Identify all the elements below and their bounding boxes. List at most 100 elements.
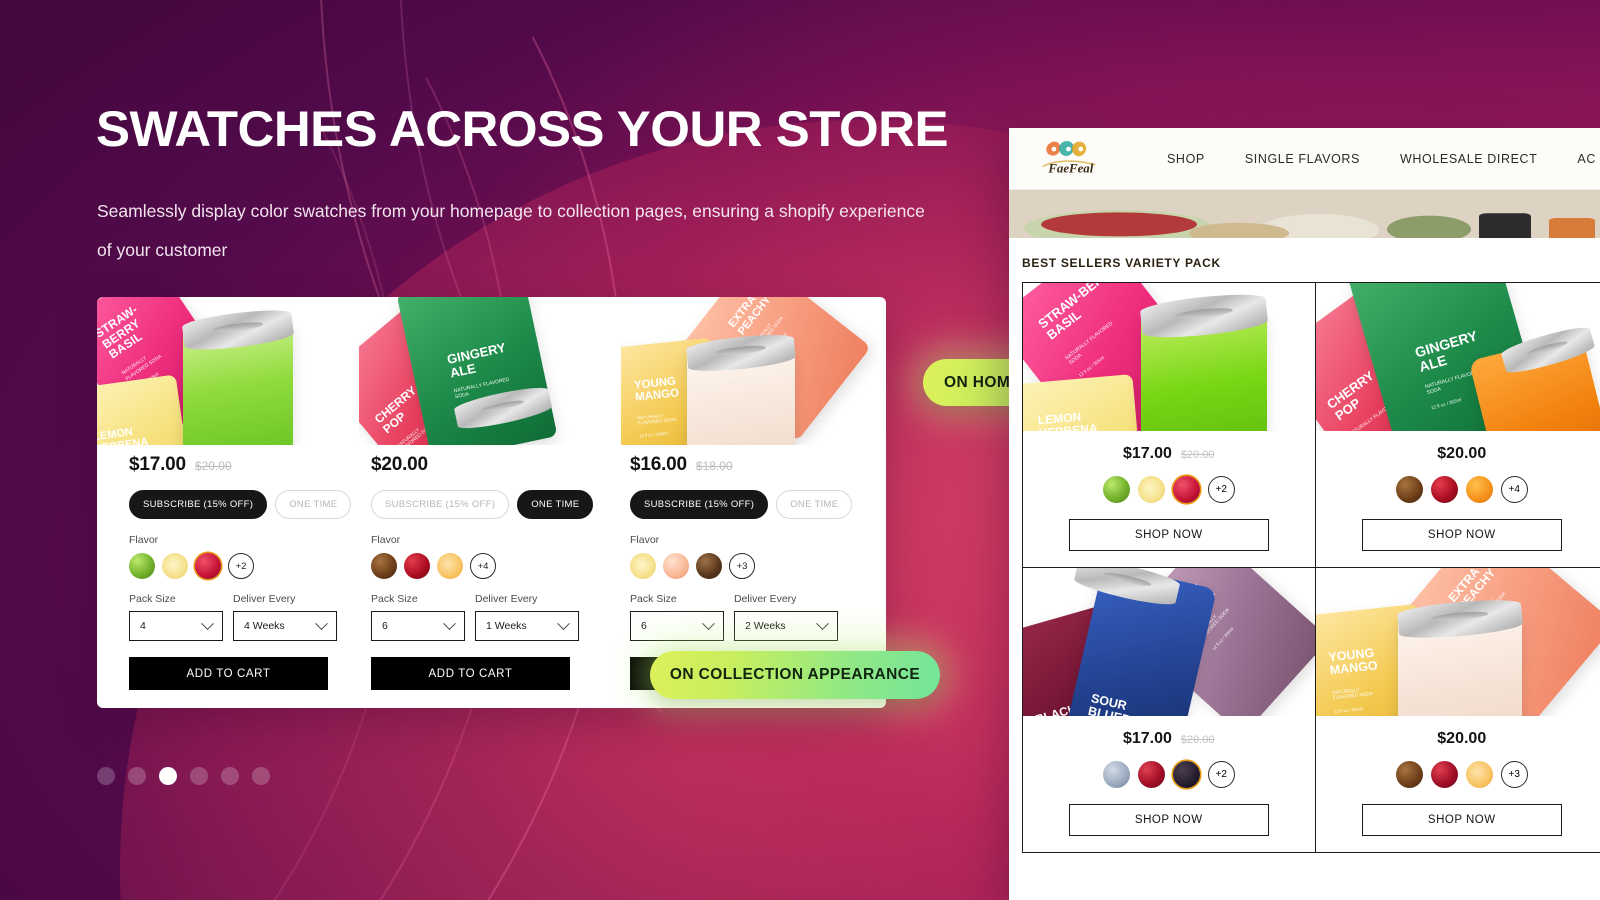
flavor-swatch-raspberry[interactable]	[195, 553, 221, 579]
pack-size-select[interactable]: 6	[630, 611, 724, 641]
product-price: $20.00	[371, 454, 428, 475]
flavor-swatch-spice-star-anise[interactable]	[1395, 761, 1423, 788]
subscribe-option-button[interactable]: SUBSCRIBE (15% OFF)	[129, 490, 268, 519]
flavor-swatch-cherry[interactable]	[1430, 476, 1458, 503]
product-card: EXTRA PEACHYNATURALLY FLAVORED SODA12 fl…	[621, 297, 883, 708]
deliver-every-select-group: Deliver Every 4 Weeks	[233, 593, 337, 641]
shop-now-button[interactable]: SHOP NOW	[1068, 519, 1269, 551]
deliver-every-select[interactable]: 1 Weeks	[475, 611, 579, 641]
shop-now-button[interactable]: SHOP NOW	[1068, 804, 1269, 836]
flavor-swatch-green-apple[interactable]	[129, 553, 155, 579]
homepage-product-panel: STRAW-BERRY BASIL NATURALLY FLAVORED SODA…	[97, 297, 886, 708]
flavor-swatch-blackberry[interactable]	[1172, 761, 1200, 788]
carousel-dot[interactable]	[252, 767, 270, 785]
flavor-swatch-cranberry[interactable]	[1430, 761, 1458, 788]
deliver-every-select-value: 2 Weeks	[745, 620, 786, 632]
flavor-swatch-spice-star-anise[interactable]	[1395, 476, 1423, 503]
chevron-down-icon	[816, 616, 829, 630]
chevron-down-icon	[702, 616, 715, 630]
collection-product-grid: STRAW-BERRY BASIL NATURALLY FLAVORED SODA…	[1022, 282, 1600, 853]
deliver-every-select-value: 1 Weeks	[486, 620, 527, 632]
one-time-option-button[interactable]: ONE TIME	[776, 490, 853, 519]
deliver-every-select[interactable]: 2 Weeks	[734, 611, 838, 641]
collection-product-image[interactable]: STRAW-BERRY BASIL NATURALLY FLAVORED SODA…	[1023, 283, 1315, 431]
product-compare-price: $20.00	[1180, 449, 1215, 461]
carousel-dot[interactable]	[97, 767, 115, 785]
flavor-label: Flavor	[630, 534, 660, 546]
collection-product-image[interactable]: CHERRY POPNATURALLY FLAVORED SODA12 fl o…	[1315, 283, 1600, 431]
flavor-swatch-cranberry[interactable]	[1137, 761, 1165, 788]
product-price: $20.00	[1437, 730, 1487, 747]
flavor-swatch-lemon-slice[interactable]	[630, 553, 656, 579]
collection-product-image[interactable]: EXTRA PEACHYNATURALLY FLAVORED SODA12 fl…	[1315, 568, 1600, 716]
price-row: $20.00	[371, 454, 589, 476]
nav-link-wholesale-direct[interactable]: WHOLESALE DIRECT	[1400, 152, 1537, 166]
carousel-dot[interactable]	[221, 767, 239, 785]
storefront-hero-banner	[1009, 190, 1600, 238]
nav-link-shop[interactable]: SHOP	[1167, 152, 1205, 166]
product-image[interactable]: EXTRA PEACHYNATURALLY FLAVORED SODA12 fl…	[621, 297, 883, 445]
flavor-swatch-more-button[interactable]: +2	[228, 553, 254, 579]
add-to-cart-button[interactable]: ADD TO CART	[129, 657, 328, 690]
flavor-swatch-green-apple[interactable]	[1102, 476, 1130, 503]
flavor-swatch-lemon-slice[interactable]	[1137, 476, 1165, 503]
shop-now-button[interactable]: SHOP NOW	[1361, 804, 1562, 836]
brand-logo-icon[interactable]: FaeFeal	[1037, 137, 1107, 181]
storefront-nav-links: SHOP SINGLE FLAVORS WHOLESALE DIRECT AC	[1167, 152, 1596, 166]
flavor-swatch-blueberry[interactable]	[1102, 761, 1130, 788]
flavor-swatch-more-button[interactable]: +4	[1500, 476, 1528, 503]
flavor-swatch-more-button[interactable]: +2	[1207, 761, 1235, 788]
shop-now-button[interactable]: SHOP NOW	[1361, 519, 1562, 551]
product-card-body: $20.00 SUBSCRIBE (15% OFF) ONE TIME Flavor +…	[359, 454, 621, 690]
one-time-option-button[interactable]: ONE TIME	[517, 490, 594, 519]
product-compare-price: $20.00	[194, 459, 232, 473]
subscribe-option-button[interactable]: SUBSCRIBE (15% OFF)	[630, 490, 769, 519]
flavor-swatch-lemon-slice[interactable]	[162, 553, 188, 579]
pack-size-select-label: Pack Size	[630, 593, 677, 605]
flavor-swatch-coconut[interactable]	[696, 553, 722, 579]
product-card: STRAW-BERRY BASIL NATURALLY FLAVORED SODA…	[97, 297, 359, 708]
flavor-swatch-orange-slice[interactable]	[1465, 761, 1493, 788]
nav-link-ac[interactable]: AC	[1577, 152, 1596, 166]
nav-link-single-flavors[interactable]: SINGLE FLAVORS	[1245, 152, 1360, 166]
add-to-cart-button[interactable]: ADD TO CART	[371, 657, 570, 690]
flavor-swatch-more-button[interactable]: +3	[729, 553, 755, 579]
pack-size-select[interactable]: 6	[371, 611, 465, 641]
collection-product-card: CHERRY POPNATURALLY FLAVORED SODA12 fl o…	[1315, 283, 1600, 568]
purchase-plan-toggle: SUBSCRIBE (15% OFF) ONE TIME	[129, 490, 352, 519]
flavor-swatch-more-button[interactable]: +3	[1500, 761, 1528, 788]
flavor-swatch-more-button[interactable]: +4	[470, 553, 496, 579]
flavor-swatch-spice-star-anise[interactable]	[371, 553, 397, 579]
deliver-every-select-group: Deliver Every 1 Weeks	[475, 593, 579, 641]
storefront-navbar: FaeFeal SHOP SINGLE FLAVORS WHOLESALE DIRE…	[1009, 128, 1600, 190]
carousel-dot[interactable]	[190, 767, 208, 785]
carousel-dot[interactable]	[128, 767, 146, 785]
flavor-swatch-orange-slice[interactable]	[437, 553, 463, 579]
product-image[interactable]: STRAW-BERRY BASIL NATURALLY FLAVORED SODA…	[97, 297, 359, 445]
flavor-swatch-raspberry[interactable]	[1172, 476, 1200, 503]
flavor-swatch-peach[interactable]	[663, 553, 689, 579]
flavor-swatch-orange[interactable]	[1465, 476, 1493, 503]
flavor-swatch-row: +2	[129, 553, 327, 579]
chevron-down-icon	[443, 616, 456, 630]
flavor-swatch-cherry[interactable]	[404, 553, 430, 579]
collection-product-image[interactable]: WHITE GRAPENATURALLY FLAVORED SODA12 fl …	[1023, 568, 1315, 716]
deliver-every-select-label: Deliver Every	[734, 593, 797, 605]
price-row: $16.00 $18.00	[630, 454, 851, 476]
carousel-dot[interactable]	[159, 767, 177, 785]
collection-title: BEST SELLERS VARIETY PACK	[1022, 256, 1221, 270]
product-image[interactable]: CHERRY POPNATURALLY FLAVORED SODA12 fl o…	[359, 297, 621, 445]
product-price: $16.00	[630, 454, 687, 475]
price-row: $17.00 $20.00	[1023, 445, 1315, 463]
variant-selectors: Pack Size 6 Deliver Every 1 Weeks	[371, 593, 589, 641]
flavor-swatch-row: +2	[1023, 761, 1315, 788]
price-row: $17.00 $20.00	[129, 454, 327, 476]
subscribe-option-button[interactable]: SUBSCRIBE (15% OFF)	[371, 490, 510, 519]
chevron-down-icon	[315, 616, 328, 630]
one-time-option-button[interactable]: ONE TIME	[275, 490, 352, 519]
pack-size-select[interactable]: 4	[129, 611, 223, 641]
flavor-swatch-more-button[interactable]: +2	[1207, 476, 1235, 503]
deliver-every-select[interactable]: 4 Weeks	[233, 611, 337, 641]
pack-size-select-label: Pack Size	[371, 593, 418, 605]
badge-on-collection-appearance[interactable]: ON COLLECTION APPEARANCE	[650, 651, 940, 699]
